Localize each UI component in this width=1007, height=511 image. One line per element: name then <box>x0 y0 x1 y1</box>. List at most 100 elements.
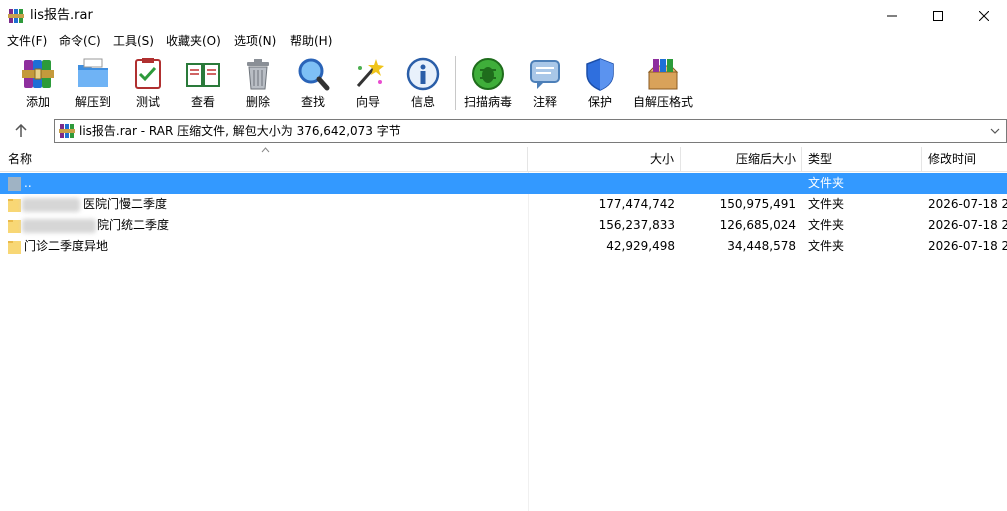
up-folder-button[interactable] <box>10 120 32 142</box>
row-type: 文件夹 <box>808 176 845 190</box>
redacted-text <box>22 219 96 233</box>
table-row-parent[interactable]: .. 文件夹 <box>0 173 1007 194</box>
column-name-label: 名称 <box>8 152 33 166</box>
toolbar: 添加 解压到 测试 查看 删除 查找 向导 信息 扫描病毒 注释 保护 自解压格… <box>0 52 1007 114</box>
delete-label: 删除 <box>245 95 270 109</box>
redacted-text <box>22 198 80 212</box>
title-bar: lis报告.rar <box>0 0 1007 32</box>
table-row[interactable]: 院门统二季度 156,237,833 126,685,024 文件夹 2026-… <box>0 215 1007 236</box>
file-list: 名称 大小 压缩后大小 类型 修改时间 .. 文件夹 医院门慢二季度 177,4… <box>0 147 1007 511</box>
parent-folder-icon <box>8 177 21 191</box>
column-type[interactable]: 类型 <box>802 147 922 172</box>
column-modified[interactable]: 修改时间 <box>922 147 1007 172</box>
window-title: lis报告.rar <box>30 8 93 23</box>
view-button[interactable]: 查看 <box>181 52 225 114</box>
protect-label: 保护 <box>587 95 612 109</box>
row-name: .. <box>24 176 32 190</box>
test-button[interactable]: 测试 <box>128 52 168 114</box>
menu-command[interactable]: 命令(C) <box>59 32 101 50</box>
folder-icon <box>8 241 21 254</box>
row-size: 156,237,833 <box>598 218 675 232</box>
column-packed[interactable]: 压缩后大小 <box>681 147 802 172</box>
winrar-window: lis报告.rar 文件(F) 命令(C) 工具(S) 收藏夹(O) 选项(N)… <box>0 0 1007 511</box>
delete-button[interactable]: 删除 <box>238 52 278 114</box>
column-size-label: 大小 <box>649 152 674 166</box>
row-modified: 2026-07-18 2 <box>928 218 1007 232</box>
sfx-label: 自解压格式 <box>632 95 693 109</box>
row-packed: 34,448,578 <box>727 239 796 253</box>
winrar-app-icon <box>8 9 24 23</box>
row-name: 医院门慢二季度 <box>83 197 168 211</box>
wizard-button[interactable]: 向导 <box>348 52 388 114</box>
arrow-up-icon <box>15 124 27 137</box>
row-type: 文件夹 <box>808 239 845 253</box>
row-type: 文件夹 <box>808 218 845 232</box>
column-type-label: 类型 <box>808 152 833 166</box>
extract-to-label: 解压到 <box>74 95 111 109</box>
find-button[interactable]: 查找 <box>293 52 333 114</box>
comment-button[interactable]: 注释 <box>525 52 565 114</box>
trash-icon <box>247 59 269 90</box>
table-row[interactable]: 医院门慢二季度 177,474,742 150,975,491 文件夹 2026… <box>0 194 1007 215</box>
chevron-down-icon[interactable] <box>990 128 1000 134</box>
row-packed: 126,685,024 <box>719 218 796 232</box>
toolbar-separator <box>455 56 456 110</box>
folder-icon <box>8 220 21 233</box>
archive-icon <box>59 124 75 138</box>
address-text: lis报告.rar - RAR 压缩文件, 解包大小为 376,642,073 … <box>79 124 401 138</box>
row-size: 177,474,742 <box>598 197 675 211</box>
minimize-button[interactable] <box>869 0 915 32</box>
wizard-icon <box>356 59 384 87</box>
close-icon <box>979 11 989 21</box>
sort-ascending-icon <box>261 147 270 153</box>
address-field[interactable]: lis报告.rar - RAR 压缩文件, 解包大小为 376,642,073 … <box>54 119 1007 143</box>
menu-tools[interactable]: 工具(S) <box>113 32 154 50</box>
info-label: 信息 <box>410 95 435 109</box>
extract-to-icon <box>78 58 108 87</box>
sfx-button[interactable]: 自解压格式 <box>630 52 696 114</box>
find-label: 查找 <box>300 95 325 109</box>
address-bar: lis报告.rar - RAR 压缩文件, 解包大小为 376,642,073 … <box>0 117 1007 145</box>
add-label: 添加 <box>25 95 50 109</box>
test-label: 测试 <box>135 95 160 109</box>
protect-button[interactable]: 保护 <box>580 52 620 114</box>
magnifier-icon <box>298 58 330 91</box>
row-name: 院门统二季度 <box>97 218 170 232</box>
minimize-icon <box>887 15 897 17</box>
menu-bar: 文件(F) 命令(C) 工具(S) 收藏夹(O) 选项(N) 帮助(H) <box>0 32 1007 50</box>
view-label: 查看 <box>190 95 215 109</box>
menu-file[interactable]: 文件(F) <box>7 32 47 50</box>
maximize-icon <box>933 11 943 21</box>
virus-scan-label: 扫描病毒 <box>463 95 512 109</box>
row-packed: 150,975,491 <box>719 197 796 211</box>
maximize-button[interactable] <box>915 0 961 32</box>
row-modified: 2026-07-18 2 <box>928 197 1007 211</box>
row-size: 42,929,498 <box>606 239 675 253</box>
shield-icon <box>586 58 614 91</box>
folder-icon <box>8 199 21 212</box>
column-packed-label: 压缩后大小 <box>735 152 796 166</box>
add-button[interactable]: 添加 <box>18 52 58 114</box>
table-row[interactable]: 门诊二季度异地 42,929,498 34,448,578 文件夹 2026-0… <box>0 236 1007 257</box>
row-modified: 2026-07-18 2 <box>928 239 1007 253</box>
view-book-icon <box>186 63 220 87</box>
extract-to-button[interactable]: 解压到 <box>71 52 115 114</box>
row-name: 门诊二季度异地 <box>24 239 109 253</box>
list-header: 名称 大小 压缩后大小 类型 修改时间 <box>0 147 1007 172</box>
info-button[interactable]: 信息 <box>403 52 443 114</box>
wizard-label: 向导 <box>355 95 380 109</box>
column-size[interactable]: 大小 <box>528 147 681 172</box>
virus-scan-button[interactable]: 扫描病毒 <box>462 52 514 114</box>
column-name[interactable]: 名称 <box>0 147 528 172</box>
sfx-box-icon <box>647 59 679 90</box>
row-type: 文件夹 <box>808 197 845 211</box>
comment-label: 注释 <box>532 95 557 109</box>
info-icon <box>406 57 440 91</box>
comment-icon <box>530 60 560 89</box>
menu-help[interactable]: 帮助(H) <box>290 32 332 50</box>
virus-scan-icon <box>472 58 504 90</box>
add-archive-icon <box>22 60 54 88</box>
close-button[interactable] <box>961 0 1007 32</box>
menu-favorites[interactable]: 收藏夹(O) <box>166 32 221 50</box>
menu-options[interactable]: 选项(N) <box>234 32 276 50</box>
